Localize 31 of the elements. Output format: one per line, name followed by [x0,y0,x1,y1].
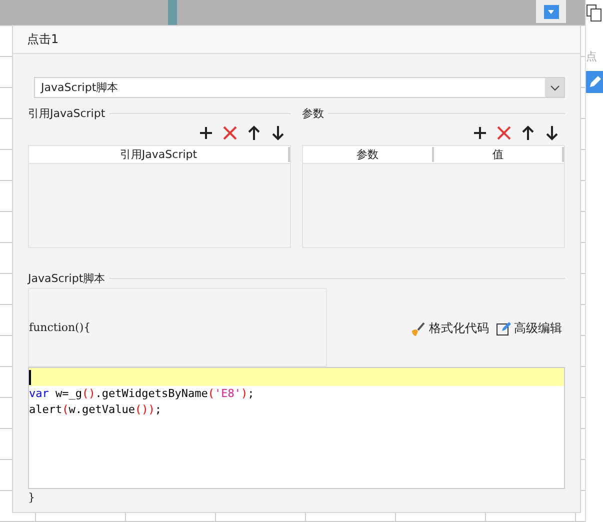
move-up-icon[interactable] [246,125,262,141]
add-icon[interactable] [198,125,214,141]
dialog-title: 点击1 [27,31,59,48]
section-legend: 参数 [302,106,324,120]
chevron-icon [550,84,560,90]
section-legend: 引用JavaScript [28,106,106,120]
format-code-button[interactable]: 格式化代码 [410,320,489,337]
add-icon[interactable] [472,125,488,141]
column-header: 参数 [303,147,434,162]
move-down-icon[interactable] [270,125,286,141]
copy-icon[interactable] [586,4,602,22]
function-footer: } [28,491,35,504]
edit-icon [495,320,511,336]
advanced-edit-button[interactable]: 高级编辑 [495,320,562,337]
brush-icon [410,320,426,336]
column-header: 引用JavaScript [29,147,290,162]
column-header: 值 [434,147,564,162]
type-select[interactable]: JavaScript脚本 [34,77,565,98]
section-legend: JavaScript脚本 [28,270,106,286]
move-down-icon[interactable] [544,125,560,141]
text-cursor [29,370,31,385]
dropdown-icon[interactable] [544,4,558,18]
delete-icon[interactable] [222,125,238,141]
code-line: alert(w.getValue()); [29,402,162,418]
edit-icon[interactable] [586,71,603,93]
function-header: function(){ [29,321,91,334]
code-line: var w=_g().getWidgetsByName('E8'); [29,386,254,402]
delete-icon[interactable] [496,125,512,141]
code-editor[interactable]: var w=_g().getWidgetsByName('E8'); alert(w.getValue()); [28,367,565,489]
panel-label: 点 [586,49,598,65]
move-up-icon[interactable] [520,125,536,141]
